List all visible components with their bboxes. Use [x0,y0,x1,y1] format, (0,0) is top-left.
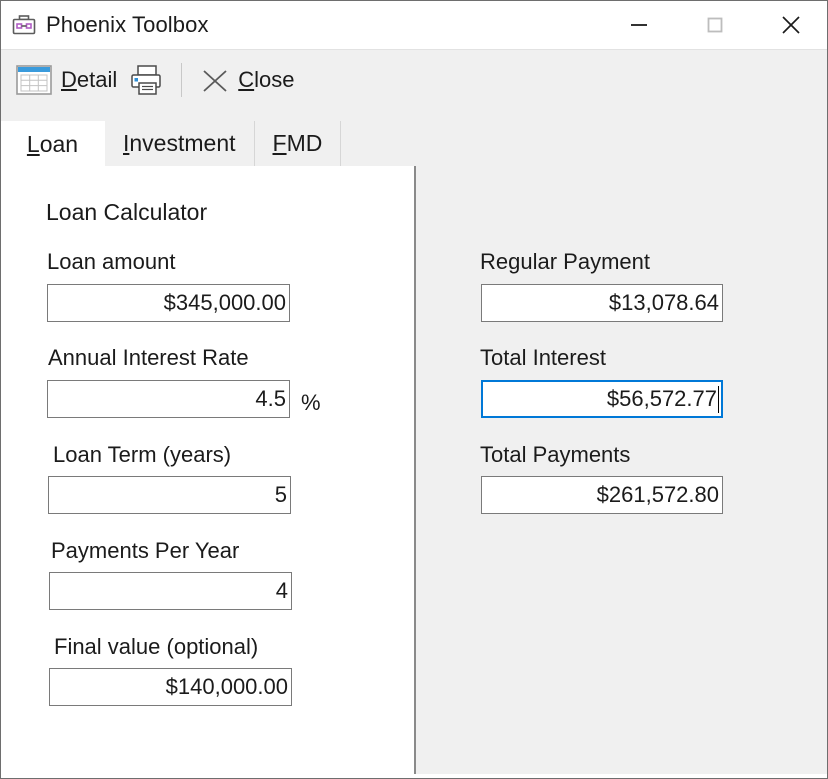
detail-button-label: Detail [61,67,117,93]
final-value-label: Final value (optional) [54,634,259,659]
loan-amount-value: $345,000.00 [163,290,286,315]
printer-icon [131,64,161,95]
payments-per-year-input[interactable]: 4 [49,572,292,610]
loan-term-value: 5 [274,482,287,507]
payments-per-year-value: 4 [275,578,288,603]
close-accel-char: C [238,66,255,92]
detail-button[interactable]: Detail [11,58,121,102]
text-caret [718,385,719,413]
content-area: Loan Calculator Loan amount $345,000.00 … [1,166,827,778]
briefcase-toolbox-icon [12,15,36,35]
tab-fmd-label: FMD [273,130,323,157]
tab-strip-top-fill [1,109,827,121]
tab-strip: Loan Investment FMD [1,109,827,167]
panel-divider [414,166,416,774]
close-label-rest: lose [254,66,295,92]
minimize-button[interactable] [601,1,677,48]
tab-fmd-accel: F [272,130,287,156]
total-interest-output[interactable]: $56,572.77 [481,380,723,418]
x-close-icon [203,69,227,92]
regular-payment-output[interactable]: $13,078.64 [481,284,723,322]
window-controls [601,1,827,48]
close-button[interactable] [753,1,827,48]
regular-payment-label: Regular Payment [480,249,650,274]
total-payments-value: $261,572.80 [596,482,719,507]
loan-term-input[interactable]: 5 [48,476,291,514]
final-value-value: $140,000.00 [165,674,288,699]
loan-term-label: Loan Term (years) [53,442,232,467]
percent-suffix: % [301,390,321,415]
tab-loan[interactable]: Loan [1,121,105,167]
maximize-button[interactable] [677,1,753,48]
title-bar: Phoenix Toolbox [1,1,827,49]
tab-investment-rest: nvestment [129,130,236,156]
page-title: Loan Calculator [46,199,208,225]
detail-label-rest: etail [76,66,118,92]
final-value-input[interactable]: $140,000.00 [49,668,292,706]
close-icon [782,15,800,34]
payments-per-year-label: Payments Per Year [51,538,240,563]
tab-loan-rest: oan [39,130,79,157]
grid-table-icon [16,64,52,95]
loan-amount-label: Loan amount [47,249,176,274]
tab-loan-accel: L [26,130,40,157]
detail-accel-char: D [61,66,77,92]
total-interest-value: $56,572.77 [606,386,717,411]
tab-fmd-rest: MD [286,130,323,156]
annual-interest-rate-label: Annual Interest Rate [48,345,249,370]
window-title: Phoenix Toolbox [46,12,209,37]
total-payments-label: Total Payments [480,442,631,467]
phoenix-toolbox-window: Phoenix Toolbox Detail Close Loan Invest… [0,0,828,779]
minimize-icon [631,23,647,26]
toolbar-separator [181,62,183,97]
tab-loan-label: Loan [27,131,78,158]
maximize-icon [707,17,723,32]
annual-interest-rate-value: 4.5 [255,386,286,411]
close-toolbar-label: Close [238,67,294,93]
total-payments-output[interactable]: $261,572.80 [481,476,723,514]
regular-payment-value: $13,078.64 [608,290,719,315]
close-toolbar-button[interactable]: Close [196,58,298,102]
loan-amount-input[interactable]: $345,000.00 [47,284,290,322]
tab-investment-label: Investment [123,130,236,157]
print-button[interactable] [123,58,169,102]
tab-fmd[interactable]: FMD [254,121,342,166]
tab-investment[interactable]: Investment [105,121,255,166]
annual-interest-rate-input[interactable]: 4.5 [47,380,290,418]
toolbar: Detail Close [1,49,827,109]
total-interest-label: Total Interest [480,345,606,370]
